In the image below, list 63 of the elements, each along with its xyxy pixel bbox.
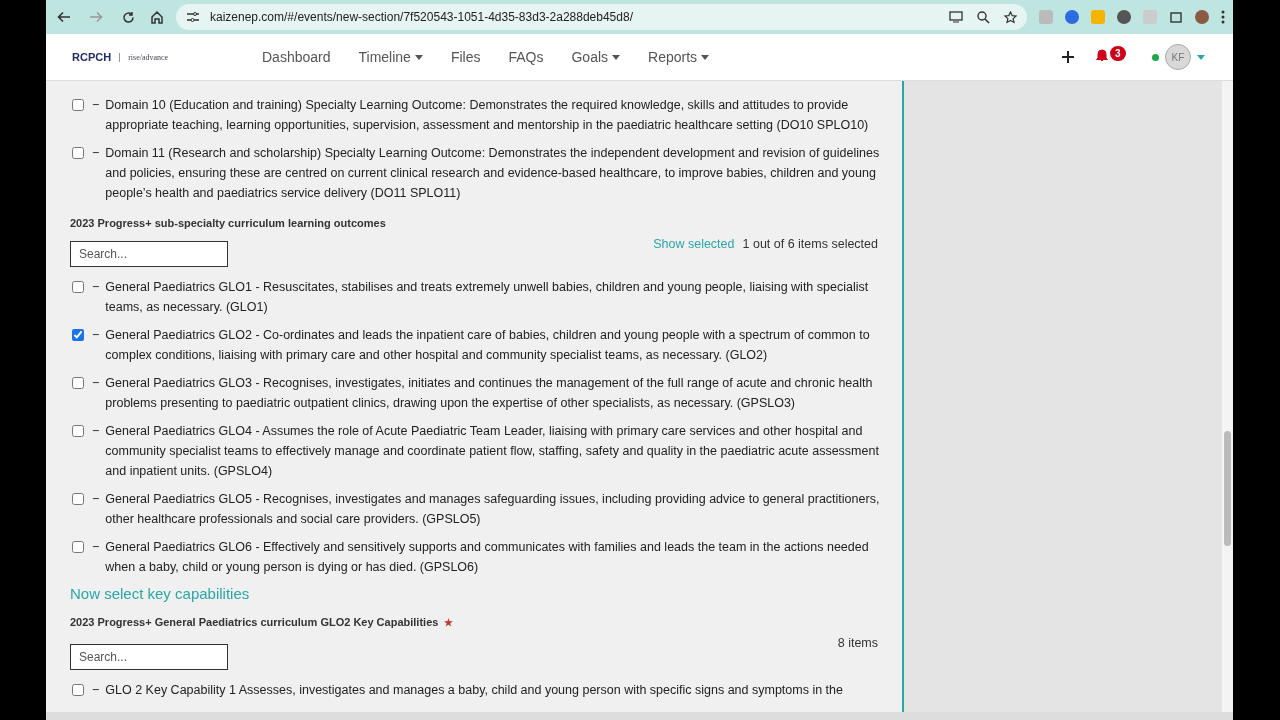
profile-icon[interactable] — [1195, 10, 1209, 24]
install-icon[interactable] — [949, 10, 963, 23]
required-mark: ★ — [444, 616, 454, 628]
checkbox[interactable] — [72, 329, 84, 341]
search-field[interactable]: Search... — [70, 644, 228, 670]
dash: − — [92, 682, 100, 699]
more-icon[interactable] — [1221, 10, 1225, 24]
item-count: 8 items — [837, 636, 878, 650]
logo-subtitle: rise/advance — [119, 52, 169, 62]
checkbox[interactable] — [72, 99, 84, 111]
checkbox[interactable] — [72, 147, 84, 159]
dash: − — [92, 491, 100, 508]
caret-icon[interactable] — [1197, 54, 1205, 60]
dash: − — [92, 539, 100, 556]
outcome-text: General Paediatrics GLO1 - Resuscitates, stabilises and treats extremely unwell babies, children and young people, liaising with specialist teams, as necessary. (GLO1) — [105, 279, 870, 316]
checkbox[interactable] — [72, 281, 84, 293]
nav-link[interactable]: Reports — [648, 49, 710, 65]
url-text: kaizenep.com/#/events/new-section/7f520543-1051-4d35-83d3-2a288deb45d8/ — [210, 10, 633, 24]
logo[interactable]: RCPCH — [72, 51, 112, 63]
notification-badge: 3 — [1110, 46, 1126, 61]
checkbox[interactable] — [72, 425, 84, 437]
outcome-text: General Paediatrics GLO2 - Co-ordinates and leads the inpatient care of babies, children and young people with a spectrum of common to complex conditions, liaising with primary care and other hospital and community specialist teams, as necessary. (GLO2) — [105, 327, 871, 364]
selection-count: 1 out of 6 items selected — [742, 237, 878, 251]
dash: − — [92, 375, 100, 392]
nav-link[interactable]: Goals — [571, 49, 621, 65]
section-title: 2023 Progress+ sub-specialty curriculum learning outcomes — [70, 217, 386, 229]
horizontal-scrollbar[interactable] — [46, 712, 1233, 720]
checkbox[interactable] — [72, 684, 84, 696]
nav-link[interactable]: Files — [450, 49, 481, 65]
checkbox[interactable] — [72, 493, 84, 505]
scrollbar-thumb[interactable] — [1224, 431, 1231, 546]
nav-link[interactable]: Dashboard — [262, 49, 331, 65]
outcome-text: General Paediatrics GLO5 - Recognises, investigates and manages safeguarding issues, including providing advice to general practitioners, other healthcare professionals and social care providers. (GPSLO5) — [105, 491, 881, 528]
dash: − — [92, 97, 100, 114]
search-field[interactable]: Search... — [70, 241, 228, 267]
dash: − — [92, 327, 100, 344]
address-bar[interactable]: kaizenep.com/#/events/new-section/7f520543-1051-4d35-83d3-2a288deb45d8/ — [176, 4, 1027, 30]
outcome-text: General Paediatrics GLO3 - Recognises, investigates, initiates and continues the management of the full range of acute and chronic health problems presenting to paediatric outpatient clinics, drawing upon the expertise of other specialists, as necessary. (GPSLO3) — [105, 375, 874, 412]
zoom-icon[interactable] — [977, 10, 990, 24]
nav-link[interactable]: Timeline — [358, 49, 423, 65]
outcome-text: GLO 2 Key Capability 1 Assesses, investigates and manages a baby, child and young person with specific signs and symptoms in the — [105, 682, 844, 699]
home-icon[interactable] — [150, 10, 164, 24]
status-dot-icon — [1152, 53, 1159, 61]
outcome-text: General Paediatrics GLO6 - Effectively and sensitively supports and communicates with families and leads the team in the actions needed when a baby, child or young person is dying or has died. (GPSLO6) — [105, 539, 870, 576]
section-heading: Now select key capabilities — [70, 585, 251, 602]
checkbox[interactable] — [72, 377, 84, 389]
outcome-text: General Paediatrics GLO4 - Assumes the role of Acute Paediatric Team Leader, liaising with primary care services and other hospital and community specialist teams to effectively manage and coordinate patient flow, staffing, safety and quality in the paediatric acute assessment and inpatient units. (GPSLO4) — [105, 423, 880, 480]
section-title: 2023 Progress+ General Paediatrics curriculum GLO2 Key Capabilities — [70, 616, 439, 628]
dash: − — [92, 423, 100, 440]
plus-icon[interactable] — [1062, 51, 1074, 63]
dash: − — [92, 279, 100, 296]
site-settings-icon — [186, 11, 200, 23]
outcome-text: Domain 11 (Research and scholarship) Specialty Learning Outcome: Demonstrates the independent development and revision of guidelines and policies, ensuring these are centred on current clinical research and evidence-based healthcare, to improve babies, children and young people’s health and paediatrics service delivery (DO11 SPLO11) — [105, 145, 881, 202]
extension-icon[interactable] — [1065, 10, 1079, 24]
dash: − — [92, 145, 100, 162]
outcome-text: Domain 10 (Education and training) Specialty Learning Outcome: Demonstrates the required knowledge, skills and attitudes to provide appropriate teaching, learning opportunities, supervision, assessment and mentorship in the paediatric healthcare setting (DO10 SPLO10) — [105, 97, 870, 134]
reload-icon[interactable] — [121, 10, 135, 24]
checkbox[interactable] — [72, 541, 84, 553]
star-icon[interactable] — [1004, 10, 1017, 24]
back-icon[interactable] — [57, 11, 71, 23]
extension-icon[interactable] — [1117, 10, 1131, 24]
nav-link[interactable]: FAQs — [508, 49, 544, 65]
bell-icon[interactable] — [1096, 48, 1108, 62]
